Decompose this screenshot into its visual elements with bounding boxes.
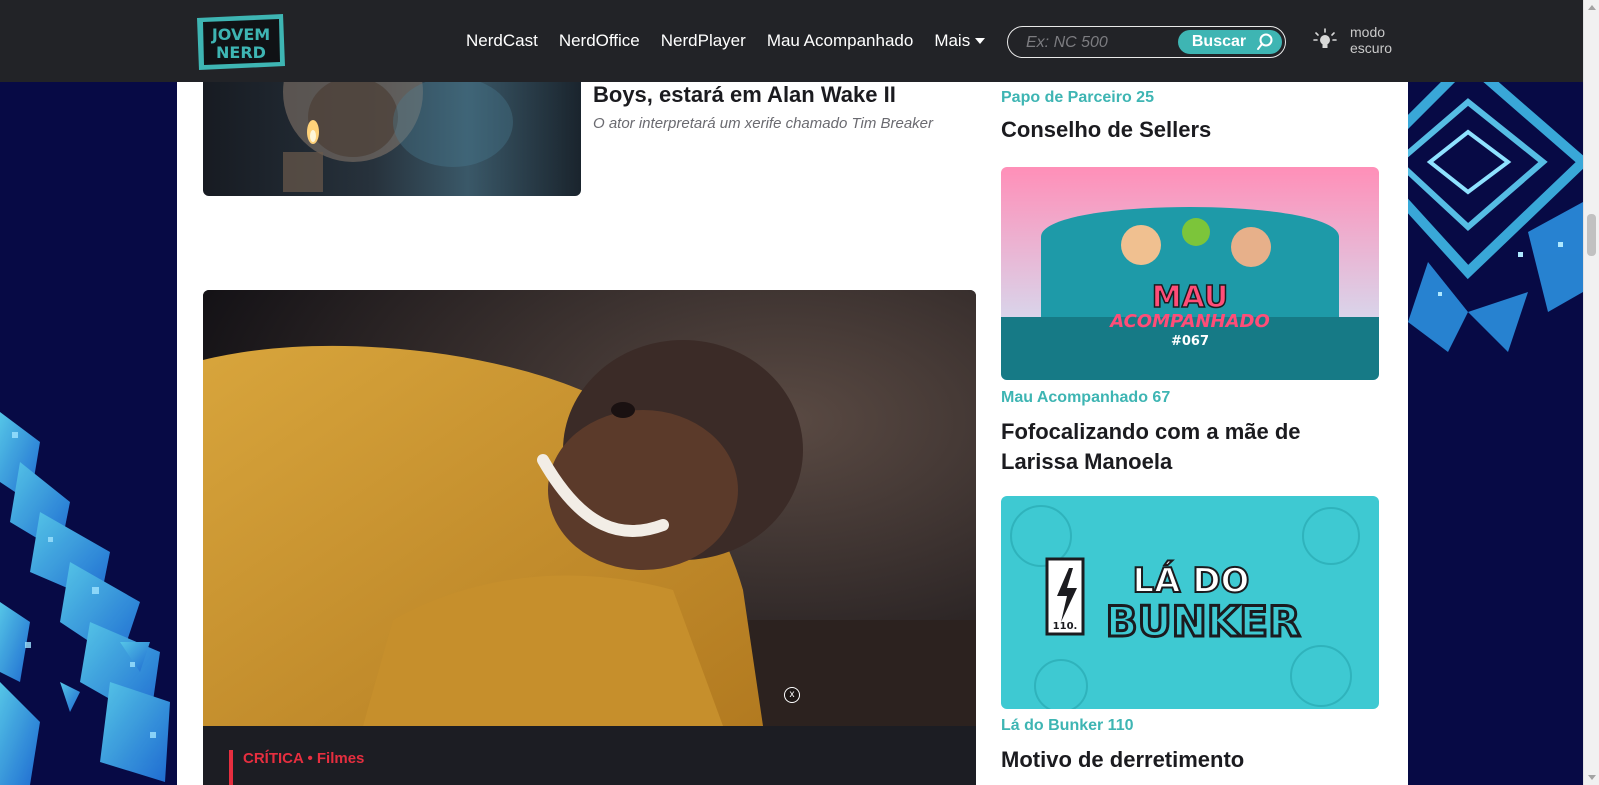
sidebar-item[interactable]: Mau Acompanhado 67 Fofocalizando com a m… — [1001, 389, 1379, 477]
sidebar-item-title[interactable]: Conselho de Sellers — [1001, 115, 1379, 145]
search-icon — [1257, 33, 1273, 50]
article-category[interactable]: CRÍTICA • Filmes — [243, 750, 364, 767]
close-icon[interactable]: x — [784, 687, 800, 703]
main-nav: NerdCast NerdOffice NerdPlayer Mau Acomp… — [466, 0, 1006, 82]
svg-text:#067: #067 — [1171, 334, 1209, 349]
main-content: Boys, estará em Alan Wake II O ator inte… — [177, 82, 1408, 785]
sidebar-item[interactable]: Lá do Bunker 110 Motivo de derretimento — [1001, 717, 1379, 775]
svg-text:BUNKER: BUNKER — [1106, 597, 1301, 646]
svg-text:NERD: NERD — [216, 43, 266, 62]
article-thumbnail[interactable] — [203, 82, 581, 196]
feature-article-image — [203, 290, 976, 726]
scrollbar-thumb[interactable] — [1587, 214, 1596, 256]
svg-text:JOVEM: JOVEM — [211, 25, 270, 44]
sidebar-card-mau-acompanhado[interactable]: MAU ACOMPANHADO #067 — [1001, 167, 1379, 380]
mau-acompanhado-thumbnail: MAU ACOMPANHADO #067 — [1001, 167, 1379, 380]
nav-more-menu[interactable]: Mais — [934, 31, 986, 51]
nav-more-label: Mais — [934, 31, 971, 50]
feature-article[interactable]: x CRÍTICA • Filmes — [203, 290, 976, 785]
sidebar-item-category: Mau Acompanhado 67 — [1001, 389, 1171, 406]
dark-mode-label-line1: modo — [1350, 24, 1386, 40]
svg-text:110.: 110. — [1053, 621, 1078, 632]
chevron-down-icon — [975, 38, 986, 44]
page-scrollbar[interactable] — [1583, 0, 1599, 785]
scroll-up-icon[interactable] — [1588, 5, 1596, 10]
la-do-bunker-thumbnail: 110. LÁ DO BUNKER — [1001, 496, 1379, 709]
nav-item-nerdplayer[interactable]: NerdPlayer — [661, 31, 746, 51]
dark-mode-toggle[interactable]: modo escuro — [1312, 24, 1410, 56]
category-accent-bar — [229, 750, 233, 785]
confetti-right-image — [1408, 82, 1583, 352]
dark-mode-label-line2: escuro — [1350, 40, 1393, 56]
svg-text:ACOMPANHADO: ACOMPANHADO — [1108, 311, 1270, 332]
site-header: JOVEM NERD NerdCast NerdOffice NerdPlaye… — [0, 0, 1583, 82]
background-right-decoration — [1408, 82, 1583, 785]
jovem-nerd-logo[interactable]: JOVEM NERD — [193, 12, 289, 72]
article-title[interactable]: Boys, estará em Alan Wake II — [593, 82, 973, 108]
sidebar-item[interactable]: Papo de Parceiro 25 Conselho de Sellers — [1001, 89, 1379, 145]
search-bar: Buscar — [1007, 26, 1286, 58]
svg-text:MAU: MAU — [1152, 280, 1229, 315]
background-left-decoration — [0, 82, 177, 785]
confetti-left-image — [0, 412, 170, 785]
search-button-label: Buscar — [1191, 33, 1247, 50]
nav-item-mau-acompanhado[interactable]: Mau Acompanhado — [767, 31, 914, 51]
sidebar-item-title[interactable]: Motivo de derretimento — [1001, 745, 1379, 775]
article-thumbnail-image — [283, 82, 513, 192]
scroll-down-icon[interactable] — [1588, 775, 1596, 780]
svg-text:LÁ DO: LÁ DO — [1133, 560, 1250, 601]
nav-item-nerdcast[interactable]: NerdCast — [466, 31, 538, 51]
search-input[interactable] — [1024, 31, 1178, 55]
feature-article-caption: CRÍTICA • Filmes — [203, 726, 976, 785]
lightbulb-icon — [1313, 28, 1337, 48]
sidebar-item-category: Lá do Bunker 110 — [1001, 717, 1134, 734]
search-button[interactable]: Buscar — [1178, 30, 1282, 54]
dark-mode-label: modo escuro — [1350, 24, 1410, 56]
sidebar-item-category: Papo de Parceiro 25 — [1001, 89, 1154, 106]
sidebar-card-la-do-bunker[interactable]: 110. LÁ DO BUNKER — [1001, 496, 1379, 709]
article-description: O ator interpretará um xerife chamado Ti… — [593, 115, 933, 132]
logo-image: JOVEM NERD — [197, 14, 285, 70]
sidebar-item-title[interactable]: Fofocalizando com a mãe de Larissa Manoe… — [1001, 417, 1379, 477]
nav-item-nerdoffice[interactable]: NerdOffice — [559, 31, 640, 51]
